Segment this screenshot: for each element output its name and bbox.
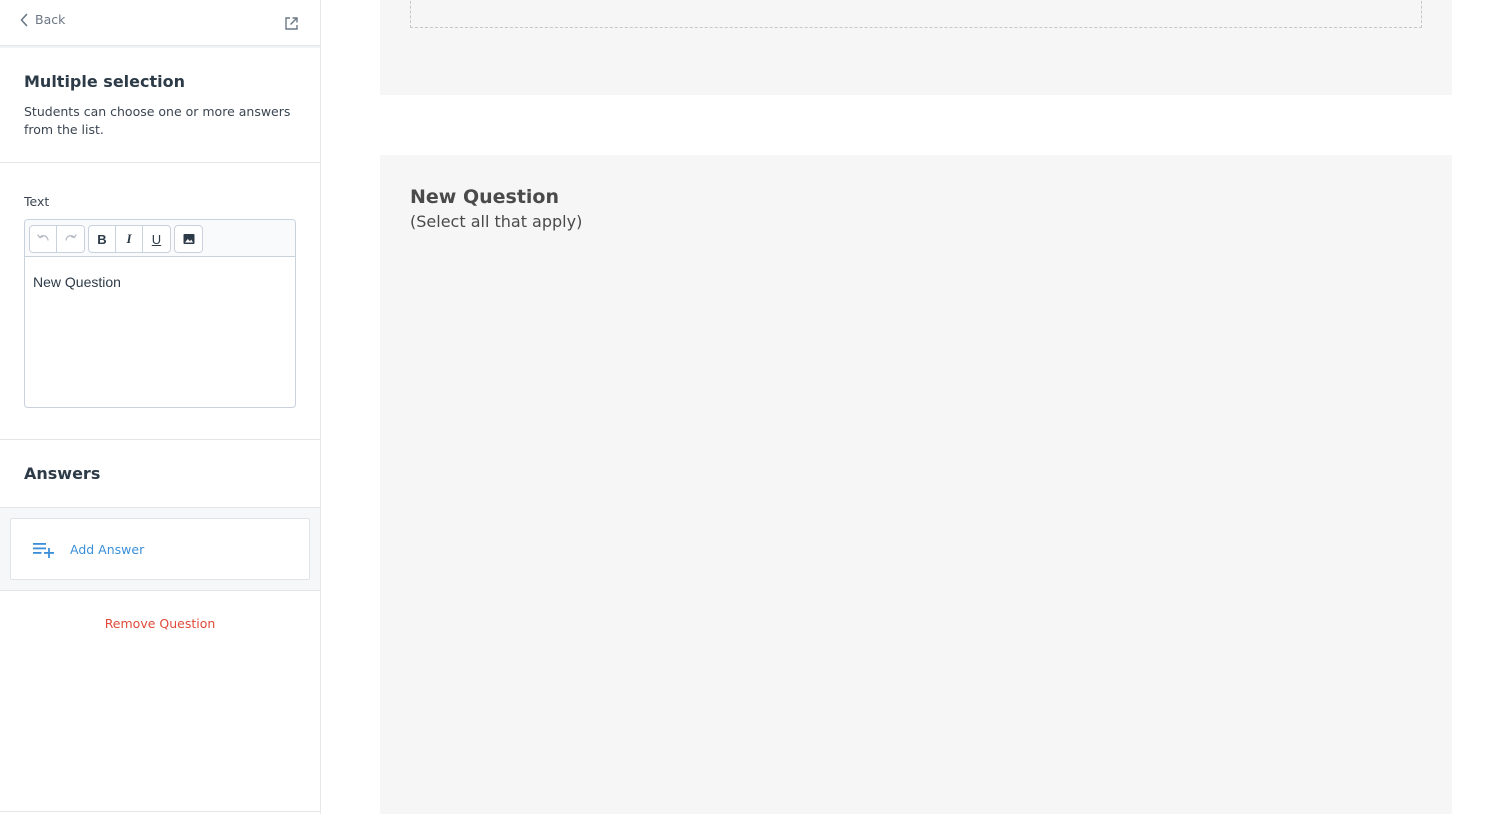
answers-title: Answers	[24, 464, 101, 483]
back-label: Back	[35, 12, 66, 27]
sidebar-topbar: Back	[0, 0, 320, 48]
add-answer-label: Add Answer	[70, 542, 145, 557]
underline-button[interactable]: U	[143, 226, 170, 252]
remove-question-button[interactable]: Remove Question	[0, 616, 320, 631]
question-preview-instructions: (Select all that apply)	[410, 212, 583, 231]
text-section: Text B I U New Question	[0, 163, 320, 440]
text-label: Text	[24, 194, 50, 209]
question-type-title: Multiple selection	[24, 72, 185, 91]
format-group: B I U	[88, 225, 171, 253]
history-group	[29, 225, 85, 253]
bold-button[interactable]: B	[89, 226, 116, 252]
rich-text-editor[interactable]: B I U New Question	[24, 219, 296, 408]
undo-icon	[37, 234, 49, 241]
playlist-add-icon	[33, 543, 54, 558]
editor-content[interactable]: New Question	[33, 274, 121, 290]
italic-button[interactable]: I	[116, 226, 143, 252]
insert-image-button[interactable]	[175, 226, 202, 252]
italic-icon: I	[126, 231, 132, 246]
add-answer-button[interactable]: Add Answer	[10, 518, 310, 580]
underline-icon: U	[151, 231, 162, 247]
dropzone-box[interactable]	[410, 0, 1422, 28]
bold-icon: B	[97, 231, 107, 247]
insert-group	[174, 225, 203, 253]
back-button[interactable]: Back	[19, 12, 65, 27]
question-type-header: Multiple selection Students can choose o…	[0, 48, 320, 163]
editor-toolbar: B I U	[25, 220, 295, 257]
external-link-icon[interactable]	[284, 16, 299, 31]
undo-button[interactable]	[30, 226, 57, 252]
question-type-description: Students can choose one or more answers …	[24, 104, 291, 137]
redo-button[interactable]	[57, 226, 84, 252]
image-icon	[183, 234, 194, 244]
previous-question-block[interactable]	[380, 0, 1452, 95]
question-preview-title: New Question	[410, 186, 560, 208]
redo-icon	[64, 234, 77, 241]
sidebar-bottom-divider	[0, 811, 320, 812]
answers-list: Add Answer	[0, 508, 320, 591]
question-settings-sidebar: Back Multiple selection Students can cho…	[0, 0, 321, 814]
answers-section: Answers	[0, 440, 320, 508]
question-preview-block[interactable]: New Question (Select all that apply)	[380, 155, 1452, 814]
chevron-left-icon	[20, 13, 28, 26]
